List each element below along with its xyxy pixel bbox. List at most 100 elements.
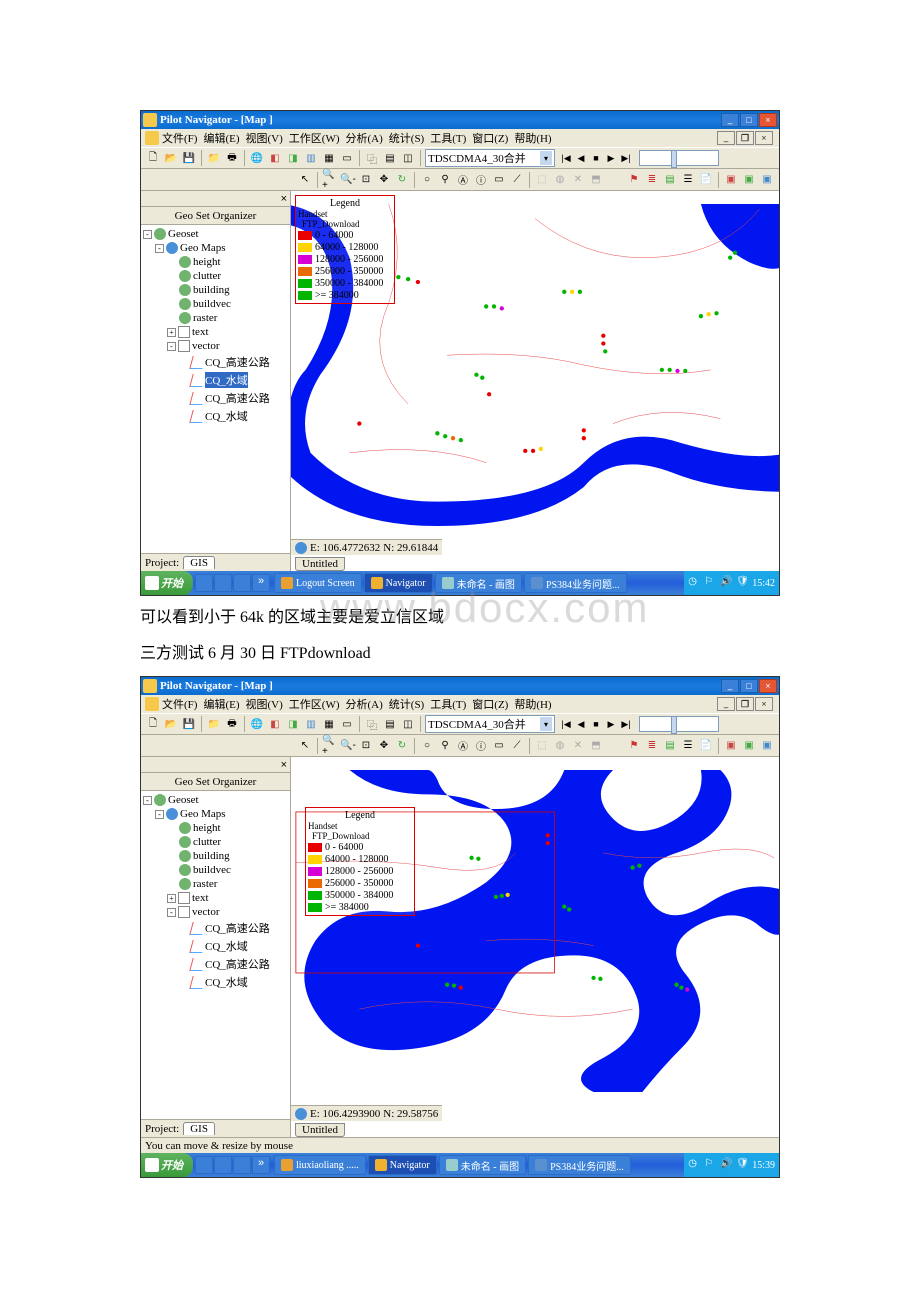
play-button[interactable]: ▶ xyxy=(604,151,618,165)
map-tab[interactable]: Untitled xyxy=(295,557,345,571)
slider-thumb[interactable] xyxy=(671,150,677,168)
folder-icon[interactable]: 📁 xyxy=(206,716,222,732)
new-icon[interactable]: 🗋 xyxy=(145,150,161,166)
dataset-combo[interactable]: TDSCDMA4_30合并▾ xyxy=(425,715,555,733)
layer-tree[interactable]: -Geoset -Geo Maps height clutter buildin… xyxy=(141,225,290,553)
task-paint[interactable]: 未命名 - 画图 xyxy=(439,1155,526,1175)
chart-icon[interactable]: ▥ xyxy=(303,150,319,166)
open-icon[interactable]: 📂 xyxy=(163,716,179,732)
task-logout[interactable]: Logout Screen xyxy=(274,573,362,593)
menu-edit[interactable]: 编辑(E) xyxy=(203,130,239,146)
child-minimize[interactable]: _ xyxy=(717,131,735,145)
pin-icon[interactable]: ⚲ xyxy=(437,172,453,188)
print-icon[interactable]: 🖶 xyxy=(224,150,240,166)
task-paint[interactable]: 未命名 - 画图 xyxy=(435,573,522,593)
print-icon[interactable]: 🖶 xyxy=(224,716,240,732)
start-button[interactable]: 开始 xyxy=(141,1153,193,1177)
menu-stats[interactable]: 统计(S) xyxy=(389,130,424,146)
stop-button[interactable]: ■ xyxy=(589,151,603,165)
panel-close-icon[interactable]: × xyxy=(281,193,287,205)
panel-close-icon[interactable]: × xyxy=(281,759,287,771)
copy-icon[interactable]: ⿻ xyxy=(364,150,380,166)
title-bar[interactable]: Pilot Navigator - [Map ] _ □ × xyxy=(141,111,779,129)
pic-icon[interactable]: ▣ xyxy=(741,172,757,188)
child-close[interactable]: × xyxy=(755,131,773,145)
tool-a-icon[interactable]: ◧ xyxy=(267,150,283,166)
map-legend[interactable]: Legend Handset FTP_Download 0 - 64000 64… xyxy=(295,195,395,304)
globe-icon[interactable]: 🌐 xyxy=(249,716,265,732)
tray-icon[interactable]: 🛡 xyxy=(736,576,750,590)
menu-window[interactable]: 窗口(Z) xyxy=(472,130,508,146)
t4-icon[interactable]: ⬒ xyxy=(588,172,604,188)
label-icon[interactable]: Ⓐ xyxy=(455,172,471,188)
snap-icon[interactable]: ▣ xyxy=(723,172,739,188)
zoom-sel-icon[interactable]: ⊡ xyxy=(358,172,374,188)
child-close[interactable]: × xyxy=(755,697,773,711)
first-button[interactable]: |◀ xyxy=(559,151,573,165)
sel-icon[interactable]: ▭ xyxy=(491,172,507,188)
map-view-1[interactable]: Legend Handset FTP_Download 0 - 64000 64… xyxy=(291,191,779,571)
last-button[interactable]: ▶| xyxy=(619,151,633,165)
task-navigator[interactable]: Navigator xyxy=(368,1155,437,1175)
note-icon[interactable]: 📄 xyxy=(698,172,714,188)
layers-icon[interactable]: ▤ xyxy=(662,172,678,188)
title-bar[interactable]: Pilot Navigator - [Map ] _ □ × xyxy=(141,677,779,695)
win-icon[interactable]: ▭ xyxy=(339,150,355,166)
zoom-out-icon[interactable]: 🔍- xyxy=(340,172,356,188)
maximize-button[interactable]: □ xyxy=(740,679,758,693)
tray-icon[interactable]: 🔊 xyxy=(720,576,734,590)
ql-desktop-icon[interactable] xyxy=(195,574,213,592)
task-user[interactable]: liuxiaoliang ..... xyxy=(274,1155,366,1175)
child-minimize[interactable]: _ xyxy=(717,697,735,711)
layer-icon[interactable]: ▤ xyxy=(382,150,398,166)
ql-more-icon[interactable]: » xyxy=(252,574,270,592)
t2-icon[interactable]: ◍ xyxy=(552,172,568,188)
open-icon[interactable]: 📂 xyxy=(163,150,179,166)
refresh-icon[interactable]: ↻ xyxy=(394,172,410,188)
grid-icon[interactable]: ▦ xyxy=(321,150,337,166)
panel-icon[interactable]: ◫ xyxy=(400,150,416,166)
globe-icon[interactable]: 🌐 xyxy=(249,150,265,166)
folder2-icon[interactable]: ▣ xyxy=(759,172,775,188)
tray-icon[interactable]: ◷ xyxy=(688,576,702,590)
stack-icon[interactable]: ≣ xyxy=(644,172,660,188)
menu-work[interactable]: 工作区(W) xyxy=(289,130,340,146)
layer-tree[interactable]: -Geoset -Geo Maps height clutter buildin… xyxy=(141,791,290,1119)
map-legend[interactable]: Legend Handset FTP_Download 0 - 64000 64… xyxy=(305,807,415,916)
project-tab[interactable]: GIS xyxy=(183,556,215,569)
task-doc[interactable]: PS384业务问题... xyxy=(528,1155,631,1175)
new-icon[interactable]: 🗋 xyxy=(145,716,161,732)
pointer-icon[interactable]: ↖ xyxy=(297,738,313,754)
pan-icon[interactable]: ✥ xyxy=(376,172,392,188)
close-button[interactable]: × xyxy=(759,113,777,127)
dataset-combo[interactable]: TDSCDMA4_30合并 ▾ xyxy=(425,149,555,167)
task-navigator[interactable]: Navigator xyxy=(364,573,433,593)
legend-icon[interactable]: ☰ xyxy=(680,172,696,188)
start-button[interactable]: 开始 xyxy=(141,571,193,595)
minimize-button[interactable]: _ xyxy=(721,113,739,127)
task-doc[interactable]: PS384业务问题... xyxy=(524,573,627,593)
menu-tools[interactable]: 工具(T) xyxy=(430,130,466,146)
child-restore[interactable]: ❐ xyxy=(736,697,754,711)
system-tray[interactable]: ◷ ⚐ 🔊 🛡 15:42 xyxy=(684,571,779,595)
ql-media-icon[interactable] xyxy=(233,574,251,592)
close-button[interactable]: × xyxy=(759,679,777,693)
ql-ie-icon[interactable] xyxy=(214,574,232,592)
menu-file[interactable]: 文件(F) xyxy=(162,130,197,146)
tray-icon[interactable]: ⚐ xyxy=(704,576,718,590)
child-restore[interactable]: ❐ xyxy=(736,131,754,145)
maximize-button[interactable]: □ xyxy=(740,113,758,127)
save-icon[interactable]: 💾 xyxy=(181,150,197,166)
menu-help[interactable]: 帮助(H) xyxy=(514,130,551,146)
menu-view[interactable]: 视图(V) xyxy=(246,130,283,146)
flag-icon[interactable]: ⚑ xyxy=(626,172,642,188)
ident-icon[interactable]: ⓘ xyxy=(473,172,489,188)
zoom-in-icon[interactable]: 🔍+ xyxy=(322,172,338,188)
menu-analyze[interactable]: 分析(A) xyxy=(346,130,383,146)
save-icon[interactable]: 💾 xyxy=(181,716,197,732)
info-icon[interactable]: ○ xyxy=(419,172,435,188)
map-view-2[interactable]: Legend Handset FTP_Download 0 - 64000 64… xyxy=(291,757,779,1137)
system-tray[interactable]: ◷⚐🔊🛡 15:39 xyxy=(684,1153,779,1177)
progress-slider[interactable] xyxy=(639,150,719,166)
t3-icon[interactable]: ✕ xyxy=(570,172,586,188)
